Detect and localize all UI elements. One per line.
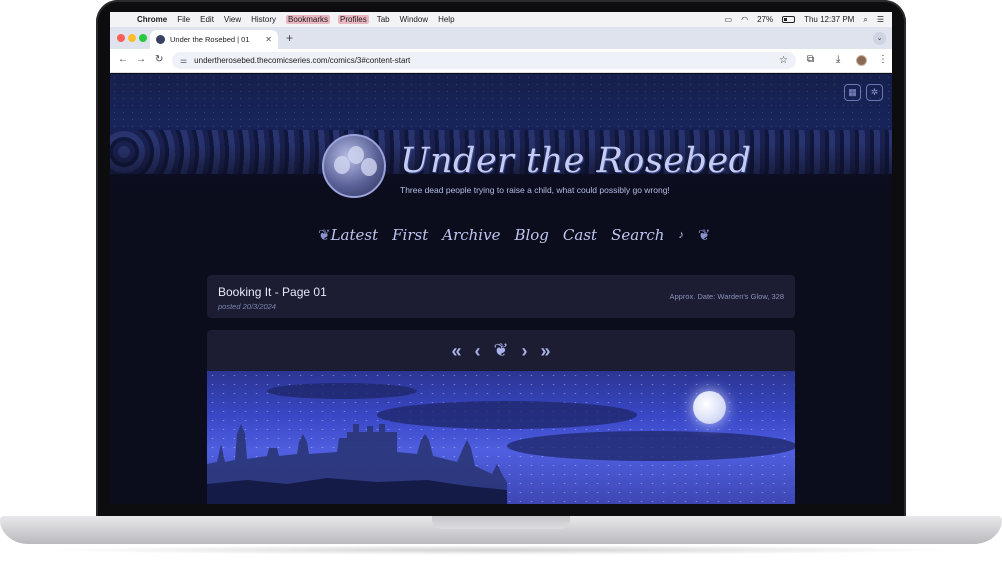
- menu-bar: Chrome File Edit View History Bookmarks …: [110, 12, 892, 27]
- menu-file[interactable]: File: [177, 15, 190, 24]
- post-date: posted 20/3/2024: [218, 302, 276, 311]
- menu-help[interactable]: Help: [438, 15, 454, 24]
- clock[interactable]: Thu 12:37 PM: [804, 15, 854, 24]
- rose-icon: ❦: [318, 227, 331, 244]
- comic-cloud: [267, 383, 417, 399]
- url-text[interactable]: undertherosebed.thecomicseries.com/comic…: [194, 56, 410, 65]
- site-nav: ❦ Latest First Archive Blog Cast Search …: [318, 222, 710, 248]
- ornament-emblem-icon: ❦: [493, 340, 509, 360]
- comic-cloud: [507, 431, 795, 461]
- screen-mirror-icon[interactable]: ▭: [725, 15, 733, 24]
- close-window-button[interactable]: [117, 34, 125, 42]
- bell-icon[interactable]: ♪: [678, 229, 684, 241]
- screen: Chrome File Edit View History Bookmarks …: [110, 12, 892, 504]
- bookmark-star-icon[interactable]: ☆: [779, 55, 788, 66]
- address-bar: ← → ↻ ⚌ undertherosebed.thecomicseries.c…: [110, 49, 892, 73]
- download-icon[interactable]: ⤓: [836, 54, 840, 65]
- menu-profiles[interactable]: Profiles: [338, 15, 369, 24]
- tab-title: Under the Rosebed | 01: [170, 35, 250, 44]
- nav-latest[interactable]: Latest: [331, 226, 379, 244]
- nav-first[interactable]: First: [392, 226, 428, 244]
- site-tagline: Three dead people trying to raise a chil…: [400, 185, 670, 195]
- omnibox[interactable]: ⚌ undertherosebed.thecomicseries.com/com…: [172, 52, 796, 69]
- last-page-icon[interactable]: »: [541, 342, 551, 360]
- comic-image: [207, 371, 795, 504]
- nav-blog[interactable]: Blog: [514, 226, 548, 244]
- tab-strip: Under the Rosebed | 01 ✕ + ⌄: [110, 27, 892, 49]
- site-info-icon[interactable]: ⚌: [180, 56, 187, 65]
- battery-icon[interactable]: [782, 16, 796, 23]
- next-page-icon[interactable]: ›: [522, 342, 528, 360]
- nav-cast[interactable]: Cast: [563, 226, 597, 244]
- moon: [693, 391, 726, 424]
- battery-percent: 27%: [757, 15, 774, 24]
- more-menu-icon[interactable]: ⋮: [878, 54, 888, 65]
- web-page: ▦ ✲ Under the Rosebed Three dead people …: [110, 74, 892, 504]
- menu-view[interactable]: View: [224, 15, 241, 24]
- tab-search-icon[interactable]: ⌄: [873, 32, 886, 45]
- menu-window[interactable]: Window: [400, 15, 428, 24]
- close-tab-icon[interactable]: ✕: [265, 35, 272, 44]
- laptop-notch: [432, 516, 570, 529]
- nav-archive[interactable]: Archive: [442, 226, 500, 244]
- wifi-icon[interactable]: ◠: [741, 15, 748, 24]
- browser-tab[interactable]: Under the Rosebed | 01 ✕: [150, 30, 278, 49]
- zoom-window-button[interactable]: [139, 34, 147, 42]
- site-title[interactable]: Under the Rosebed: [400, 141, 752, 181]
- gear-icon[interactable]: ✲: [866, 84, 883, 101]
- approx-date: Approx. Date: Warden's Glow, 328: [669, 292, 784, 301]
- menu-edit[interactable]: Edit: [200, 15, 214, 24]
- rose-icon: ❦: [697, 227, 711, 244]
- previous-page-icon[interactable]: ‹: [474, 342, 480, 360]
- back-icon[interactable]: ←: [118, 54, 128, 65]
- favicon-icon: [156, 35, 165, 44]
- control-center-icon[interactable]: ☰: [877, 15, 884, 24]
- calendar-icon[interactable]: ▦: [844, 84, 861, 101]
- first-page-icon[interactable]: «: [451, 342, 461, 360]
- profile-avatar[interactable]: [856, 55, 867, 66]
- post-title: Booking It - Page 01: [218, 285, 327, 299]
- extensions-icon[interactable]: ⧉: [807, 54, 814, 65]
- menu-bookmarks[interactable]: Bookmarks: [286, 15, 331, 24]
- laptop-shadow: [40, 545, 962, 555]
- new-tab-icon[interactable]: +: [286, 31, 293, 45]
- post-header: Booking It - Page 01 posted 20/3/2024 Ap…: [207, 275, 795, 318]
- minimize-window-button[interactable]: [128, 34, 136, 42]
- reload-icon[interactable]: ↻: [155, 54, 163, 65]
- search-icon[interactable]: ⌕: [863, 15, 867, 25]
- forward-icon[interactable]: →: [136, 54, 146, 65]
- menu-app-chrome[interactable]: Chrome: [137, 15, 167, 24]
- nav-search[interactable]: Search: [611, 226, 664, 244]
- menu-history[interactable]: History: [251, 15, 276, 24]
- menu-tab[interactable]: Tab: [377, 15, 390, 24]
- site-logo[interactable]: [322, 134, 386, 198]
- comic-nav: « ‹ ❦ › »: [207, 330, 795, 371]
- castle-silhouette: [207, 424, 507, 504]
